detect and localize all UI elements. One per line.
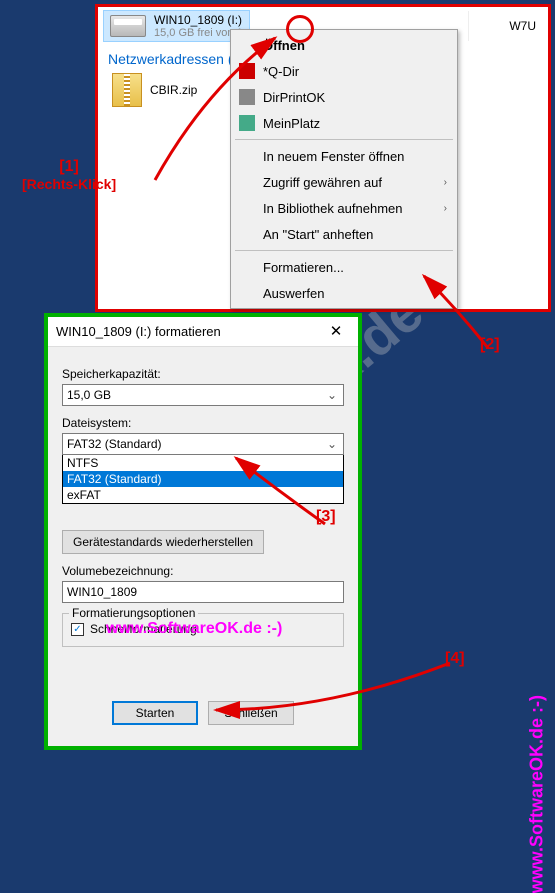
annotation-3: [3]	[316, 508, 336, 526]
arrow-4	[210, 655, 460, 730]
volume-input[interactable]: WIN10_1809	[62, 581, 344, 603]
ctx-pin-start[interactable]: An "Start" anheften	[233, 221, 455, 247]
zip-icon	[112, 73, 142, 107]
annotation-1: [1] [Rechts-Klick]	[22, 158, 116, 192]
chevron-right-icon: ›	[444, 177, 447, 188]
annotation-2: [2]	[480, 336, 500, 354]
credit-text: www.SoftwareOK.de :-)	[106, 620, 282, 638]
chevron-right-icon: ›	[444, 203, 447, 214]
ctx-library[interactable]: In Bibliothek aufnehmen›	[233, 195, 455, 221]
drive-label: W7U	[509, 19, 536, 33]
capacity-select[interactable]: 15,0 GB	[62, 384, 344, 406]
checkbox-icon: ✓	[71, 623, 84, 636]
filesystem-label: Dateisystem:	[62, 416, 344, 430]
titlebar[interactable]: WIN10_1809 (I:) formatieren ✕	[48, 317, 358, 347]
annotation-4: [4]	[445, 650, 465, 668]
side-credit: www.SoftwareOK.de :-)	[526, 695, 547, 893]
dialog-title: WIN10_1809 (I:) formatieren	[56, 324, 221, 339]
arrow-1	[145, 30, 325, 195]
close-button[interactable]: ✕	[314, 317, 358, 347]
separator	[235, 250, 453, 251]
drive-label: WIN10_1809 (I:)	[154, 13, 243, 27]
drive-icon	[110, 15, 146, 37]
drive-item[interactable]: W7U	[468, 11, 542, 41]
group-label: Formatierungsoptionen	[69, 606, 198, 620]
volume-label: Volumebezeichnung:	[62, 564, 344, 578]
capacity-label: Speicherkapazität:	[62, 367, 344, 381]
arrow-3	[230, 452, 340, 542]
start-button[interactable]: Starten	[112, 701, 198, 725]
